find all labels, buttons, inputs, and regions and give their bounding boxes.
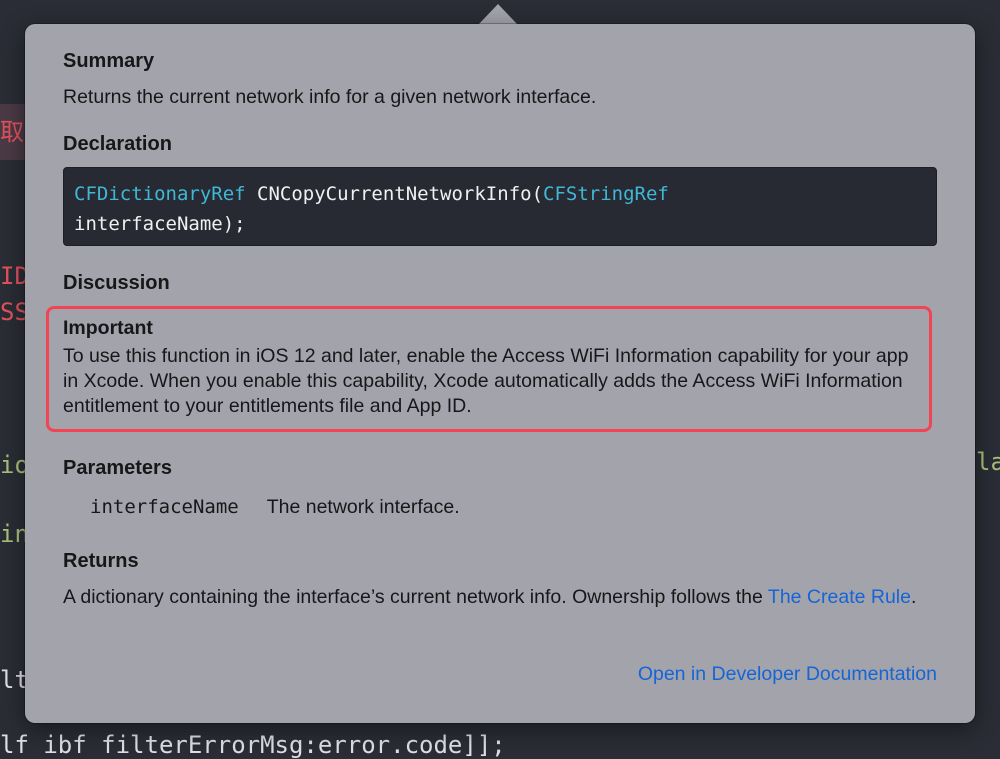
returns-text: A dictionary containing the interface’s … xyxy=(63,585,943,610)
declaration-line-2: interfaceName); xyxy=(74,213,246,235)
function-name: CNCopyCurrentNetworkInfo( xyxy=(245,183,544,205)
important-text: To use this function in iOS 12 and later… xyxy=(63,345,909,417)
popover-arrow xyxy=(478,4,518,25)
returns-title: Returns xyxy=(63,550,139,572)
parameters-title: Parameters xyxy=(63,457,172,479)
open-developer-docs-link[interactable]: Open in Developer Documentation xyxy=(638,662,937,687)
editor-text-fragment: lf ibf filterErrorMsg:error.code]]; xyxy=(0,731,506,759)
important-title: Important xyxy=(63,317,153,339)
parameter-name: interfaceName xyxy=(90,496,239,518)
parameter-row: interfaceName The network interface. xyxy=(90,495,460,520)
summary-text: Returns the current network info for a g… xyxy=(63,86,597,108)
create-rule-link[interactable]: The Create Rule xyxy=(768,586,911,608)
declaration-title: Declaration xyxy=(63,133,172,155)
returns-text-end: . xyxy=(910,586,917,608)
returns-text-main: A dictionary containing the interface’s … xyxy=(63,586,768,608)
param-type[interactable]: CFStringRef xyxy=(543,183,669,205)
discussion-title: Discussion xyxy=(63,272,170,294)
summary-title: Summary xyxy=(63,50,155,72)
declaration-line-1: CFDictionaryRef CNCopyCurrentNetworkInfo… xyxy=(74,179,926,209)
editor-text-fragment: 取 xyxy=(0,118,24,146)
quick-help-popover: Summary Returns the current network info… xyxy=(25,24,975,723)
return-type[interactable]: CFDictionaryRef xyxy=(74,183,246,205)
parameter-description: The network interface. xyxy=(266,496,460,518)
declaration-code-block: CFDictionaryRef CNCopyCurrentNetworkInfo… xyxy=(63,167,937,246)
editor-text-fragment: la xyxy=(976,448,1000,476)
